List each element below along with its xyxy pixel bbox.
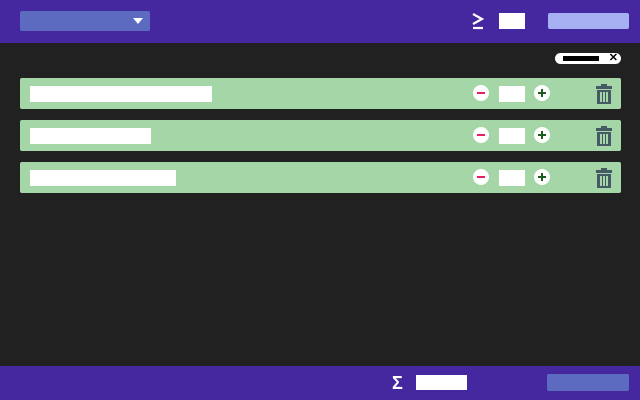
filter-chip[interactable]: ✕: [555, 51, 621, 65]
total-field: [416, 375, 467, 390]
greater-than-or-equal-icon[interactable]: [471, 12, 485, 30]
trash-icon[interactable]: [595, 168, 613, 188]
threshold-input[interactable]: [499, 13, 525, 29]
increment-button[interactable]: [534, 127, 550, 143]
item-name-field[interactable]: [30, 86, 212, 102]
item-name-field[interactable]: [30, 170, 176, 186]
bottom-toolbar: Σ: [0, 366, 640, 400]
trash-icon[interactable]: [595, 84, 613, 104]
trash-icon[interactable]: [595, 126, 613, 146]
list-item: [20, 162, 621, 193]
close-icon[interactable]: ✕: [609, 51, 618, 65]
sigma-icon: Σ: [392, 373, 403, 393]
decrement-button[interactable]: [473, 169, 489, 185]
top-toolbar: [0, 0, 640, 43]
apply-button[interactable]: [548, 13, 629, 29]
item-name-field[interactable]: [30, 128, 151, 144]
quantity-field[interactable]: [499, 128, 525, 144]
category-dropdown[interactable]: [20, 11, 150, 31]
filter-chip-label: [563, 56, 599, 61]
list-item: [20, 120, 621, 151]
increment-button[interactable]: [534, 85, 550, 101]
quantity-field[interactable]: [499, 86, 525, 102]
list-item: [20, 78, 621, 109]
decrement-button[interactable]: [473, 85, 489, 101]
submit-button[interactable]: [547, 374, 629, 391]
chevron-down-icon: [133, 18, 143, 24]
decrement-button[interactable]: [473, 127, 489, 143]
increment-button[interactable]: [534, 169, 550, 185]
quantity-field[interactable]: [499, 170, 525, 186]
